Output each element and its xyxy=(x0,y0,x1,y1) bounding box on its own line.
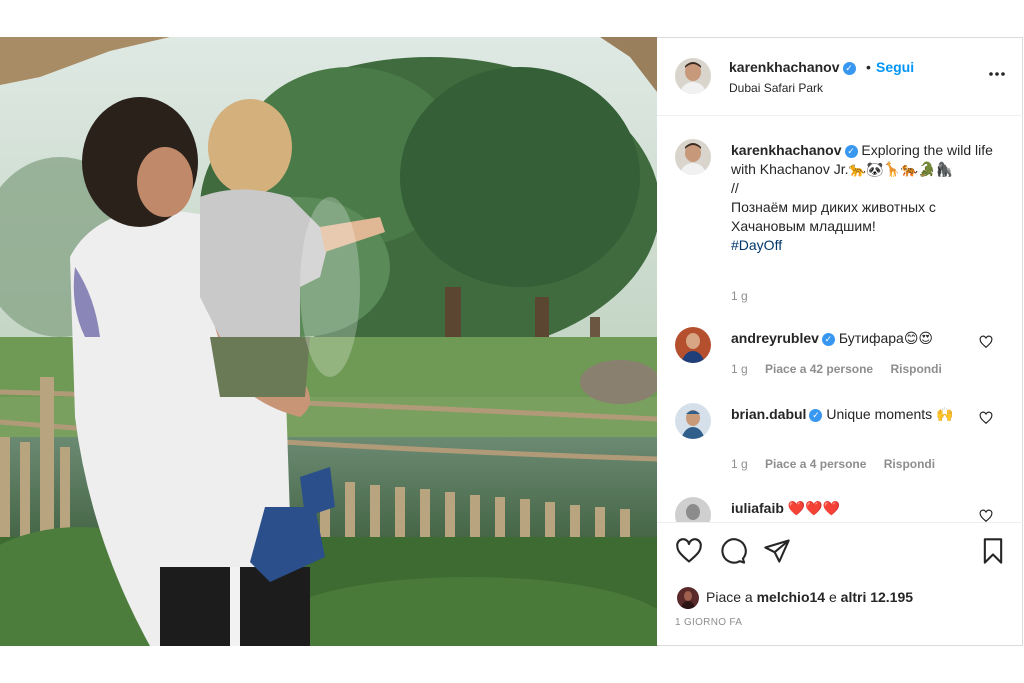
comment-username[interactable]: iuliafaib xyxy=(731,500,784,516)
caption: karenkhachanov ✓ Exploring the wild life … xyxy=(657,137,1023,337)
comment-item: brian.dabul ✓ Unique moments 🙌 1 g Piace … xyxy=(657,403,1023,493)
bookmark-icon[interactable] xyxy=(979,537,1007,565)
comment-body: Unique moments 🙌 xyxy=(826,406,954,422)
comment-username[interactable]: brian.dabul xyxy=(731,406,806,422)
verified-badge-icon: ✓ xyxy=(844,145,858,158)
comment-meta: 1 g Piace a 42 persone Rispondi xyxy=(731,362,956,376)
comment-avatar[interactable] xyxy=(675,497,711,522)
likes-middle: e xyxy=(828,589,837,605)
caption-hashtag[interactable]: #DayOff xyxy=(731,237,782,253)
verified-badge-icon: ✓ xyxy=(842,62,856,75)
more-horizontal-icon[interactable] xyxy=(987,64,1007,84)
comment-like-heart-icon[interactable] xyxy=(979,335,993,349)
reply-button[interactable]: Rispondi xyxy=(890,362,941,376)
comment-like-heart-icon[interactable] xyxy=(979,411,993,425)
location-link[interactable]: Dubai Safari Park xyxy=(729,81,823,95)
comment-meta: 1 g Piace a 4 persone Rispondi xyxy=(731,457,949,471)
caption-separator: // xyxy=(731,180,739,196)
comment-body: ❤️❤️❤️ xyxy=(787,500,841,516)
likes-prefix: Piace a xyxy=(706,589,753,605)
post-actions: Piace a melchio14 e altri 12.195 1 GIORN… xyxy=(657,522,1023,647)
heart-icon[interactable] xyxy=(675,537,703,565)
comment-body: Бутифара😊😍 xyxy=(838,330,934,346)
reply-button[interactable]: Rispondi xyxy=(884,457,935,471)
comment-text: brian.dabul ✓ Unique moments 🙌 xyxy=(731,405,993,424)
comment-likes[interactable]: Piace a 42 persone xyxy=(765,362,873,376)
liker-avatar[interactable] xyxy=(677,587,699,609)
comment-text: andreyrublev ✓ Бутифара😊😍 xyxy=(731,329,993,348)
comment-likes[interactable]: Piace a 4 persone xyxy=(765,457,866,471)
comment-icon[interactable] xyxy=(719,537,747,565)
post-photo[interactable] xyxy=(0,37,657,646)
caption-body-ru: Познаём мир диких животных с Хачановым м… xyxy=(731,199,936,234)
comment-item: iuliafaib ❤️❤️❤️ xyxy=(657,497,1023,522)
post-timestamp[interactable]: 1 GIORNO FA xyxy=(675,617,742,628)
author-username: karenkhachanov xyxy=(729,59,840,75)
caption-meta: 1 g xyxy=(731,289,762,303)
comment-text: iuliafaib ❤️❤️❤️ xyxy=(731,499,993,518)
caption-time[interactable]: 1 g xyxy=(731,289,748,303)
caption-avatar[interactable] xyxy=(675,139,711,175)
comment-time[interactable]: 1 g xyxy=(731,362,748,376)
post-photo-image xyxy=(0,37,657,646)
comment-username[interactable]: andreyrublev xyxy=(731,330,819,346)
post-header: karenkhachanov ✓ • Segui Dubai Safari Par… xyxy=(657,38,1023,116)
comment-like-heart-icon[interactable] xyxy=(979,509,993,522)
share-icon[interactable] xyxy=(763,537,791,565)
comment-avatar[interactable] xyxy=(675,327,711,363)
comment-avatar[interactable] xyxy=(675,403,711,439)
caption-text: karenkhachanov ✓ Exploring the wild life … xyxy=(731,141,993,255)
likes-others-link[interactable]: altri 12.195 xyxy=(841,589,913,605)
caption-username[interactable]: karenkhachanov xyxy=(731,142,842,158)
follow-button[interactable]: Segui xyxy=(876,59,914,75)
post-sidebar: karenkhachanov ✓ • Segui Dubai Safari Par… xyxy=(657,37,1023,646)
likes-summary: Piace a melchio14 e altri 12.195 xyxy=(706,589,913,605)
author-avatar[interactable] xyxy=(675,58,711,94)
verified-badge-icon: ✓ xyxy=(821,333,835,346)
header-separator: • xyxy=(866,59,871,75)
likes-user-link[interactable]: melchio14 xyxy=(757,589,825,605)
comments-list[interactable]: karenkhachanov ✓ Exploring the wild life … xyxy=(657,117,1023,522)
author-username-link[interactable]: karenkhachanov ✓ xyxy=(729,59,856,75)
comment-time[interactable]: 1 g xyxy=(731,457,748,471)
comment-item: andreyrublev ✓ Бутифара😊😍 1 g Piace a 42 … xyxy=(657,327,1023,397)
verified-badge-icon: ✓ xyxy=(809,409,823,422)
